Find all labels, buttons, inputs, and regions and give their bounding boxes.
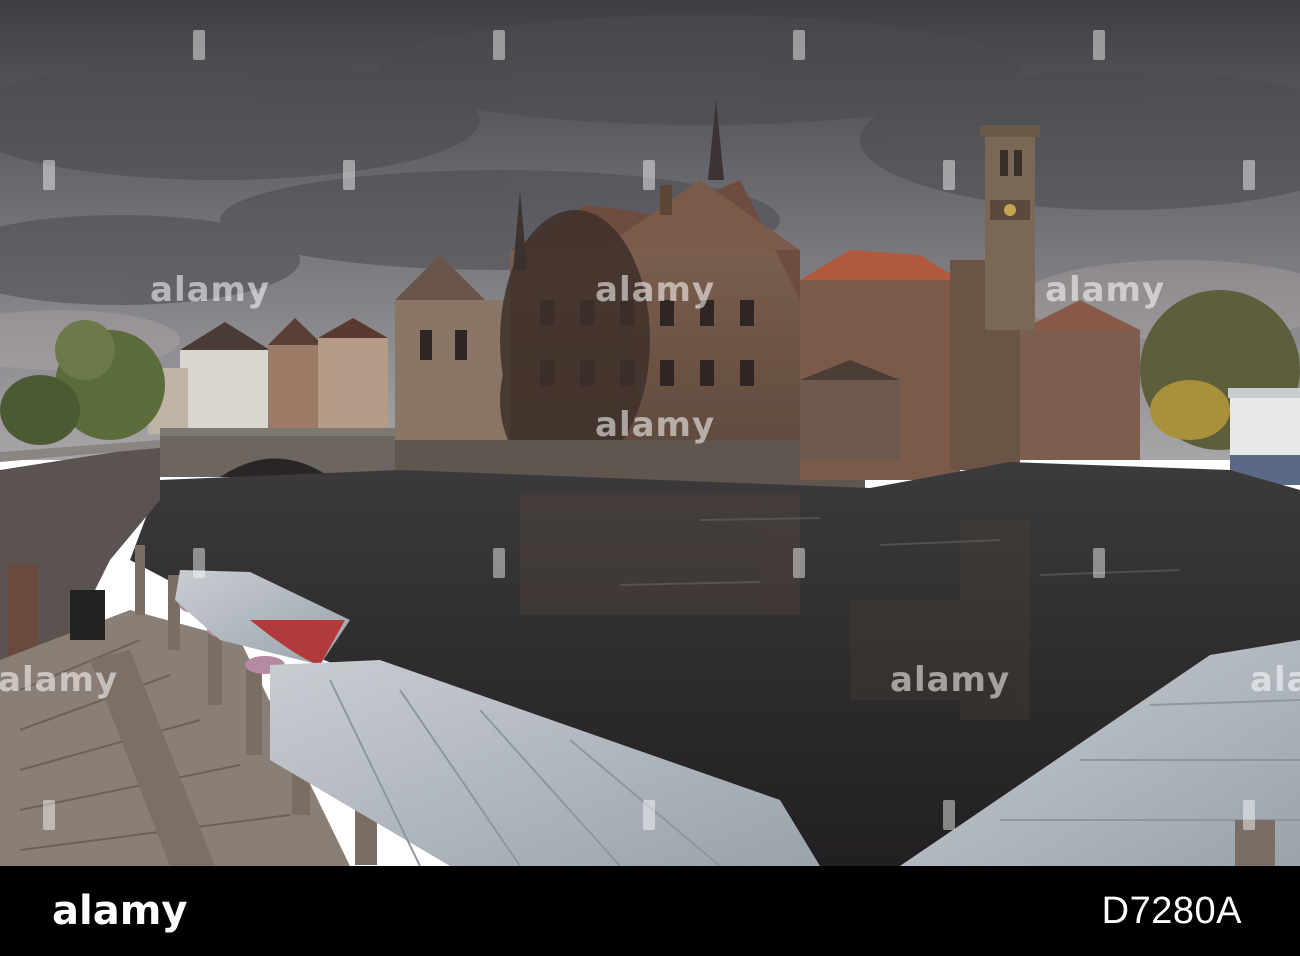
- watermark-dot: [193, 30, 205, 60]
- watermark-dot: [1093, 548, 1105, 578]
- houseboat: [1228, 388, 1300, 485]
- watermark-dot: [193, 548, 205, 578]
- watermark-dot: [43, 800, 55, 830]
- willow-tree: [500, 210, 650, 470]
- image-id: D7280A: [1101, 890, 1242, 932]
- watermark-dot: [1093, 30, 1105, 60]
- watermark-dot: [43, 160, 55, 190]
- watermark-dot: [1243, 160, 1255, 190]
- watermark-dot: [793, 548, 805, 578]
- watermark-dot: [793, 30, 805, 60]
- watermark-dot: [943, 160, 955, 190]
- watermark-dot: [493, 548, 505, 578]
- stone-bridge: [160, 428, 400, 477]
- watermark-dot: [493, 30, 505, 60]
- watermark-dot: [943, 800, 955, 830]
- watermark-dot: [1243, 800, 1255, 830]
- alamy-logo[interactable]: alamy: [52, 888, 187, 934]
- watermark-dot: [643, 160, 655, 190]
- belfry-tower: [980, 125, 1040, 330]
- stock-footer-bar: alamy D7280A: [0, 866, 1300, 956]
- canal-photograph: alamy alamy alamy alamy alamy alamy alam…: [0, 0, 1300, 866]
- watermark-dot: [643, 800, 655, 830]
- watermark-dot: [343, 160, 355, 190]
